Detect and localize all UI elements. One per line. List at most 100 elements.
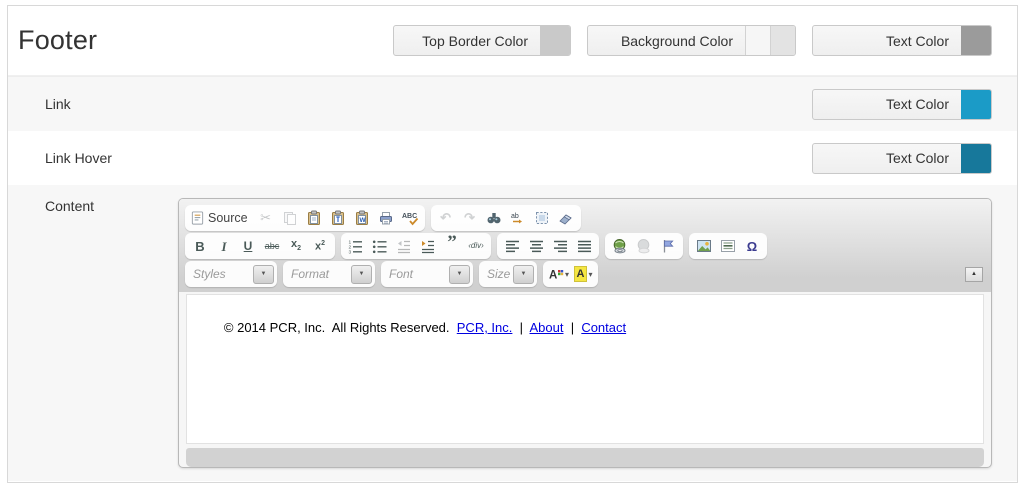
background-color-swatch-2 bbox=[770, 26, 795, 55]
link-button[interactable] bbox=[608, 235, 632, 257]
align-center-icon bbox=[529, 240, 544, 253]
background-color-swatch-1 bbox=[745, 26, 770, 55]
editor-content-area[interactable]: © 2014 PCR, Inc. All Rights Reserved. PC… bbox=[186, 294, 984, 444]
toolbar-group-align bbox=[497, 233, 599, 259]
source-button[interactable]: Source bbox=[188, 207, 254, 229]
italic-icon: I bbox=[221, 240, 226, 253]
link-contact[interactable]: Contact bbox=[581, 320, 626, 335]
copy-button[interactable] bbox=[278, 207, 302, 229]
paste-from-word-button[interactable]: W bbox=[350, 207, 374, 229]
bulleted-list-button[interactable] bbox=[368, 235, 392, 257]
spell-check-icon: ABC bbox=[401, 210, 419, 226]
div-container-icon: ‹div› bbox=[468, 242, 484, 250]
cut-icon: ✂ bbox=[260, 210, 271, 226]
justify-icon bbox=[577, 240, 592, 253]
link-separator: | bbox=[512, 320, 529, 335]
paste-plain-text-button[interactable] bbox=[326, 207, 350, 229]
underline-button[interactable]: U bbox=[236, 235, 260, 257]
indent-button[interactable] bbox=[416, 235, 440, 257]
text-color-button[interactable]: Text Color bbox=[812, 25, 992, 56]
numbered-list-icon: 1 2 3 bbox=[348, 238, 364, 254]
numbered-list-button[interactable]: 1 2 3 bbox=[344, 235, 368, 257]
align-right-button[interactable] bbox=[548, 235, 572, 257]
link-pcr-inc[interactable]: PCR, Inc. bbox=[457, 320, 513, 335]
collapse-toolbar-icon: ▲ bbox=[971, 271, 977, 277]
remove-format-button[interactable] bbox=[554, 207, 578, 229]
link-separator: | bbox=[563, 320, 581, 335]
paste-from-word-icon: W bbox=[354, 210, 370, 226]
align-center-button[interactable] bbox=[524, 235, 548, 257]
background-color-label: Background Color bbox=[588, 26, 745, 55]
styles-dropdown-caret-icon[interactable]: ▼ bbox=[253, 265, 274, 284]
horizontal-rule-button[interactable] bbox=[716, 235, 740, 257]
unlink-icon bbox=[636, 238, 652, 254]
italic-button[interactable]: I bbox=[212, 235, 236, 257]
source-button-label: Source bbox=[205, 211, 252, 225]
size-dropdown[interactable]: Size ▼ bbox=[479, 261, 537, 287]
background-color-picker-button[interactable]: A ▾ bbox=[571, 263, 595, 285]
special-character-button[interactable]: Ω bbox=[740, 235, 764, 257]
toolbar-row-1: Source ✂ bbox=[185, 204, 985, 232]
select-all-button[interactable] bbox=[530, 207, 554, 229]
background-color-caret-icon: ▾ bbox=[588, 270, 592, 279]
format-dropdown[interactable]: Format ▼ bbox=[283, 261, 375, 287]
align-left-button[interactable] bbox=[500, 235, 524, 257]
text-color-picker-button[interactable]: A ▾ bbox=[546, 263, 571, 285]
size-dropdown-caret-icon[interactable]: ▼ bbox=[513, 265, 534, 284]
superscript-button[interactable]: x2 bbox=[308, 235, 332, 257]
subscript-button[interactable]: x2 bbox=[284, 235, 308, 257]
spell-check-button[interactable]: ABC bbox=[398, 207, 422, 229]
find-button[interactable] bbox=[482, 207, 506, 229]
toolbar-group-links bbox=[605, 233, 683, 259]
anchor-button[interactable] bbox=[656, 235, 680, 257]
bold-button[interactable]: B bbox=[188, 235, 212, 257]
cut-button[interactable]: ✂ bbox=[254, 207, 278, 229]
top-border-color-label: Top Border Color bbox=[394, 26, 540, 55]
text-color-icon: A bbox=[548, 267, 564, 281]
link-icon bbox=[612, 238, 628, 254]
font-dropdown-caret-icon[interactable]: ▼ bbox=[449, 265, 470, 284]
subscript-icon: x2 bbox=[291, 239, 301, 252]
undo-button[interactable]: ↶ bbox=[434, 207, 458, 229]
image-button[interactable] bbox=[692, 235, 716, 257]
link-about[interactable]: About bbox=[530, 320, 564, 335]
toolbar-group-basicstyles: B I U abc x2 x2 bbox=[185, 233, 335, 259]
div-container-button[interactable]: ‹div› bbox=[464, 235, 488, 257]
editor-bottom-bar bbox=[186, 448, 984, 467]
blockquote-button[interactable]: ” bbox=[440, 235, 464, 257]
page-title: Footer bbox=[18, 25, 393, 56]
link-text-color-label: Text Color bbox=[813, 90, 961, 119]
format-dropdown-caret-icon[interactable]: ▼ bbox=[351, 265, 372, 284]
unlink-button[interactable] bbox=[632, 235, 656, 257]
svg-text:3: 3 bbox=[349, 250, 352, 255]
link-row-label: Link bbox=[45, 96, 812, 112]
redo-icon: ↷ bbox=[464, 210, 475, 226]
text-color-caret-icon: ▾ bbox=[565, 270, 569, 279]
strikethrough-button[interactable]: abc bbox=[260, 235, 284, 257]
panel-header: Footer Top Border Color Background Color… bbox=[8, 6, 1017, 76]
indent-icon bbox=[420, 238, 436, 254]
text-color-swatch bbox=[961, 26, 991, 55]
background-color-button[interactable]: Background Color bbox=[587, 25, 796, 56]
redo-button[interactable]: ↷ bbox=[458, 207, 482, 229]
outdent-button[interactable] bbox=[392, 235, 416, 257]
styles-dropdown-label: Styles bbox=[188, 267, 250, 281]
link-hover-text-color-button[interactable]: Text Color bbox=[812, 143, 992, 174]
link-hover-text-color-label: Text Color bbox=[813, 144, 961, 173]
replace-button[interactable]: ab bbox=[506, 207, 530, 229]
styles-dropdown[interactable]: Styles ▼ bbox=[185, 261, 277, 287]
collapse-toolbar-button[interactable]: ▲ bbox=[965, 267, 983, 282]
justify-button[interactable] bbox=[572, 235, 596, 257]
text-color-label: Text Color bbox=[813, 26, 961, 55]
svg-text:ab: ab bbox=[511, 213, 519, 220]
svg-text:A: A bbox=[549, 270, 557, 282]
toolbar-group-paragraph: 1 2 3 bbox=[341, 233, 491, 259]
select-all-icon bbox=[534, 210, 550, 226]
top-border-color-button[interactable]: Top Border Color bbox=[393, 25, 571, 56]
print-button[interactable] bbox=[374, 207, 398, 229]
paste-button[interactable] bbox=[302, 207, 326, 229]
font-dropdown[interactable]: Font ▼ bbox=[381, 261, 473, 287]
copy-icon bbox=[282, 210, 298, 226]
size-dropdown-label: Size bbox=[482, 267, 510, 281]
link-text-color-button[interactable]: Text Color bbox=[812, 89, 992, 120]
